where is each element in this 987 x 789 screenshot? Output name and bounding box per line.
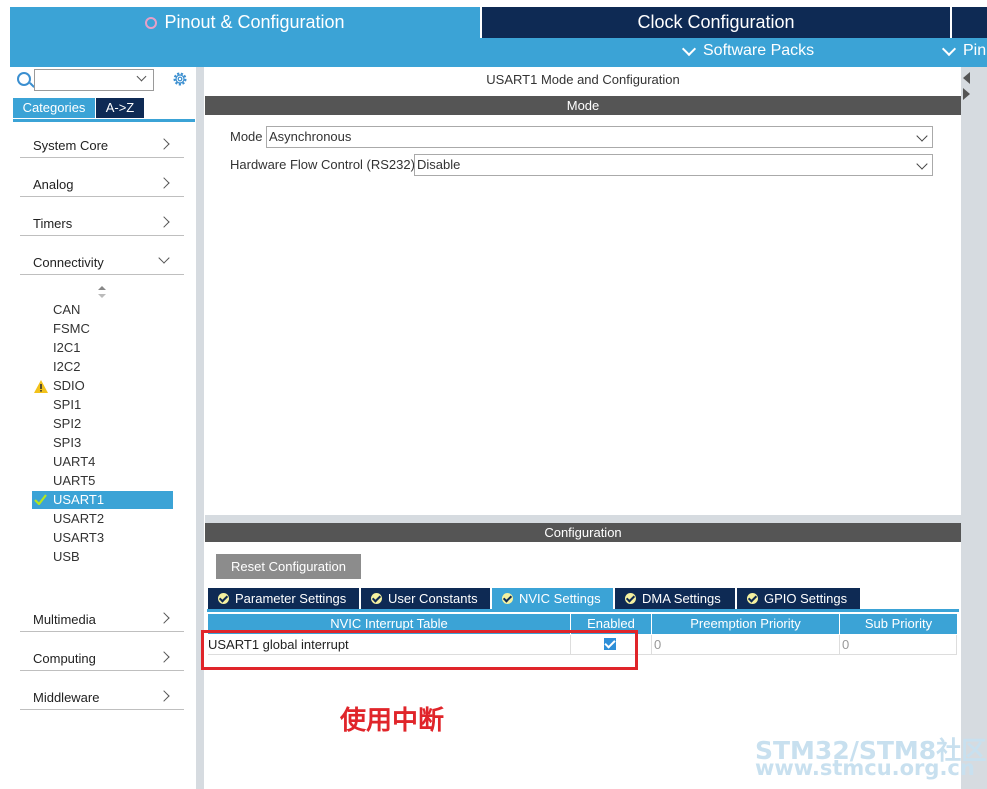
category-connectivity[interactable]: Connectivity: [20, 248, 184, 275]
flow-control-value: Disable: [417, 157, 461, 172]
check-circle-icon: [218, 593, 229, 604]
tab-gpio-settings[interactable]: GPIO Settings: [737, 588, 860, 609]
category-label: Analog: [33, 177, 74, 192]
panel-title: USART1 Mode and Configuration: [486, 72, 680, 87]
software-packs-label: Software Packs: [703, 42, 815, 59]
check-icon: [34, 494, 47, 505]
periph-spi3[interactable]: SPI3: [53, 435, 81, 450]
tab-label: User Constants: [388, 591, 478, 606]
tab-pinout-configuration[interactable]: Pinout & Configuration: [10, 7, 480, 38]
category-system-core[interactable]: System Core: [20, 131, 184, 158]
category-multimedia[interactable]: Multimedia: [20, 605, 184, 632]
expand-right-icon[interactable]: [963, 88, 970, 100]
sub-priority-cell[interactable]: 0: [840, 635, 957, 655]
check-circle-icon: [371, 593, 382, 604]
category-timers[interactable]: Timers: [20, 209, 184, 236]
col-header-sub-priority[interactable]: Sub Priority: [840, 614, 957, 634]
mode-header: Mode: [205, 96, 961, 115]
periph-can[interactable]: CAN: [53, 302, 80, 317]
check-circle-icon: [625, 593, 636, 604]
right-splitter[interactable]: [961, 67, 987, 789]
tab-user-constants[interactable]: User Constants: [361, 588, 490, 609]
tab-nvic-settings[interactable]: NVIC Settings: [492, 588, 613, 609]
pinout-menu-label: Pin: [963, 42, 987, 59]
periph-sdio[interactable]: SDIO: [53, 378, 85, 393]
periph-usb[interactable]: USB: [53, 549, 80, 564]
tab-dma-settings[interactable]: DMA Settings: [615, 588, 735, 609]
mode-label: Mode: [230, 129, 263, 144]
collapse-left-icon[interactable]: [963, 72, 970, 84]
chevron-right-icon: [158, 690, 170, 702]
chevron-right-icon: [158, 612, 170, 624]
sub-menu-bar: Software Packs Pin: [10, 38, 987, 67]
category-label: Connectivity: [33, 255, 104, 270]
category-label: Timers: [33, 216, 73, 231]
periph-usart2[interactable]: USART2: [53, 511, 104, 526]
panel-splitter[interactable]: [205, 515, 961, 523]
chevron-down-icon: [916, 158, 928, 170]
tab-a-to-z[interactable]: A->Z: [96, 98, 144, 118]
tab-label: NVIC Settings: [519, 591, 601, 606]
chevron-right-icon: [158, 216, 170, 228]
configuration-header: Configuration: [205, 523, 961, 542]
software-packs-menu[interactable]: Software Packs: [681, 41, 815, 60]
periph-i2c2[interactable]: I2C2: [53, 359, 80, 374]
tab-categories[interactable]: Categories: [13, 98, 95, 118]
tab-overflow[interactable]: [952, 7, 987, 38]
chevron-right-icon: [158, 651, 170, 663]
periph-uart5[interactable]: UART5: [53, 473, 95, 488]
chevron-right-icon: [158, 138, 170, 150]
status-dot-icon: [145, 16, 158, 29]
category-label: Multimedia: [33, 612, 96, 627]
category-computing[interactable]: Computing: [20, 644, 184, 671]
periph-usart1[interactable]: USART1: [53, 492, 104, 507]
tab-label: Parameter Settings: [235, 591, 347, 606]
tab-underline: [207, 609, 959, 612]
flow-control-label: Hardware Flow Control (RS232): [230, 157, 415, 172]
periph-usart3[interactable]: USART3: [53, 530, 104, 545]
gear-icon[interactable]: [172, 71, 188, 87]
tab-underline: [13, 119, 195, 122]
check-circle-icon: [502, 593, 513, 604]
category-label: Computing: [33, 651, 96, 666]
tab-label: DMA Settings: [642, 591, 721, 606]
periph-fsmc[interactable]: FSMC: [53, 321, 90, 336]
warning-icon: [34, 380, 48, 393]
flow-control-select[interactable]: Disable: [414, 154, 933, 176]
chevron-down-icon: [941, 41, 957, 56]
periph-i2c1[interactable]: I2C1: [53, 340, 80, 355]
annotation-text: 使用中断: [340, 706, 445, 736]
chevron-down-icon: [681, 41, 697, 56]
category-label: Middleware: [33, 690, 100, 705]
reset-configuration-button[interactable]: Reset Configuration: [216, 554, 361, 579]
category-label: System Core: [33, 138, 109, 153]
periph-spi1[interactable]: SPI1: [53, 397, 81, 412]
chevron-right-icon: [158, 177, 170, 189]
tab-clock-label: Clock Configuration: [637, 12, 795, 32]
tab-pinout-label: Pinout & Configuration: [164, 12, 345, 32]
sidebar-splitter[interactable]: [196, 67, 204, 789]
periph-spi2[interactable]: SPI2: [53, 416, 81, 431]
mode-value: Asynchronous: [269, 129, 352, 144]
search-icon[interactable]: [17, 72, 31, 86]
tab-label: GPIO Settings: [764, 591, 848, 606]
search-input[interactable]: [34, 69, 154, 91]
category-middleware[interactable]: Middleware: [20, 683, 184, 710]
col-header-preemption[interactable]: Preemption Priority: [652, 614, 839, 634]
mode-select[interactable]: Asynchronous: [266, 126, 933, 148]
preemption-priority-cell[interactable]: 0: [652, 635, 840, 655]
chevron-down-icon: [158, 252, 170, 264]
tab-clock-configuration[interactable]: Clock Configuration: [482, 7, 950, 38]
highlight-annotation-box: [201, 630, 638, 670]
periph-uart4[interactable]: UART4: [53, 454, 95, 469]
category-analog[interactable]: Analog: [20, 170, 184, 197]
watermark-line-2: www.stmcu.org.cn: [755, 756, 975, 780]
chevron-down-icon: [916, 130, 928, 142]
check-circle-icon: [747, 593, 758, 604]
tab-parameter-settings[interactable]: Parameter Settings: [208, 588, 359, 609]
scroll-arrows-icon[interactable]: [98, 286, 106, 298]
pinout-menu[interactable]: Pin: [941, 41, 987, 60]
